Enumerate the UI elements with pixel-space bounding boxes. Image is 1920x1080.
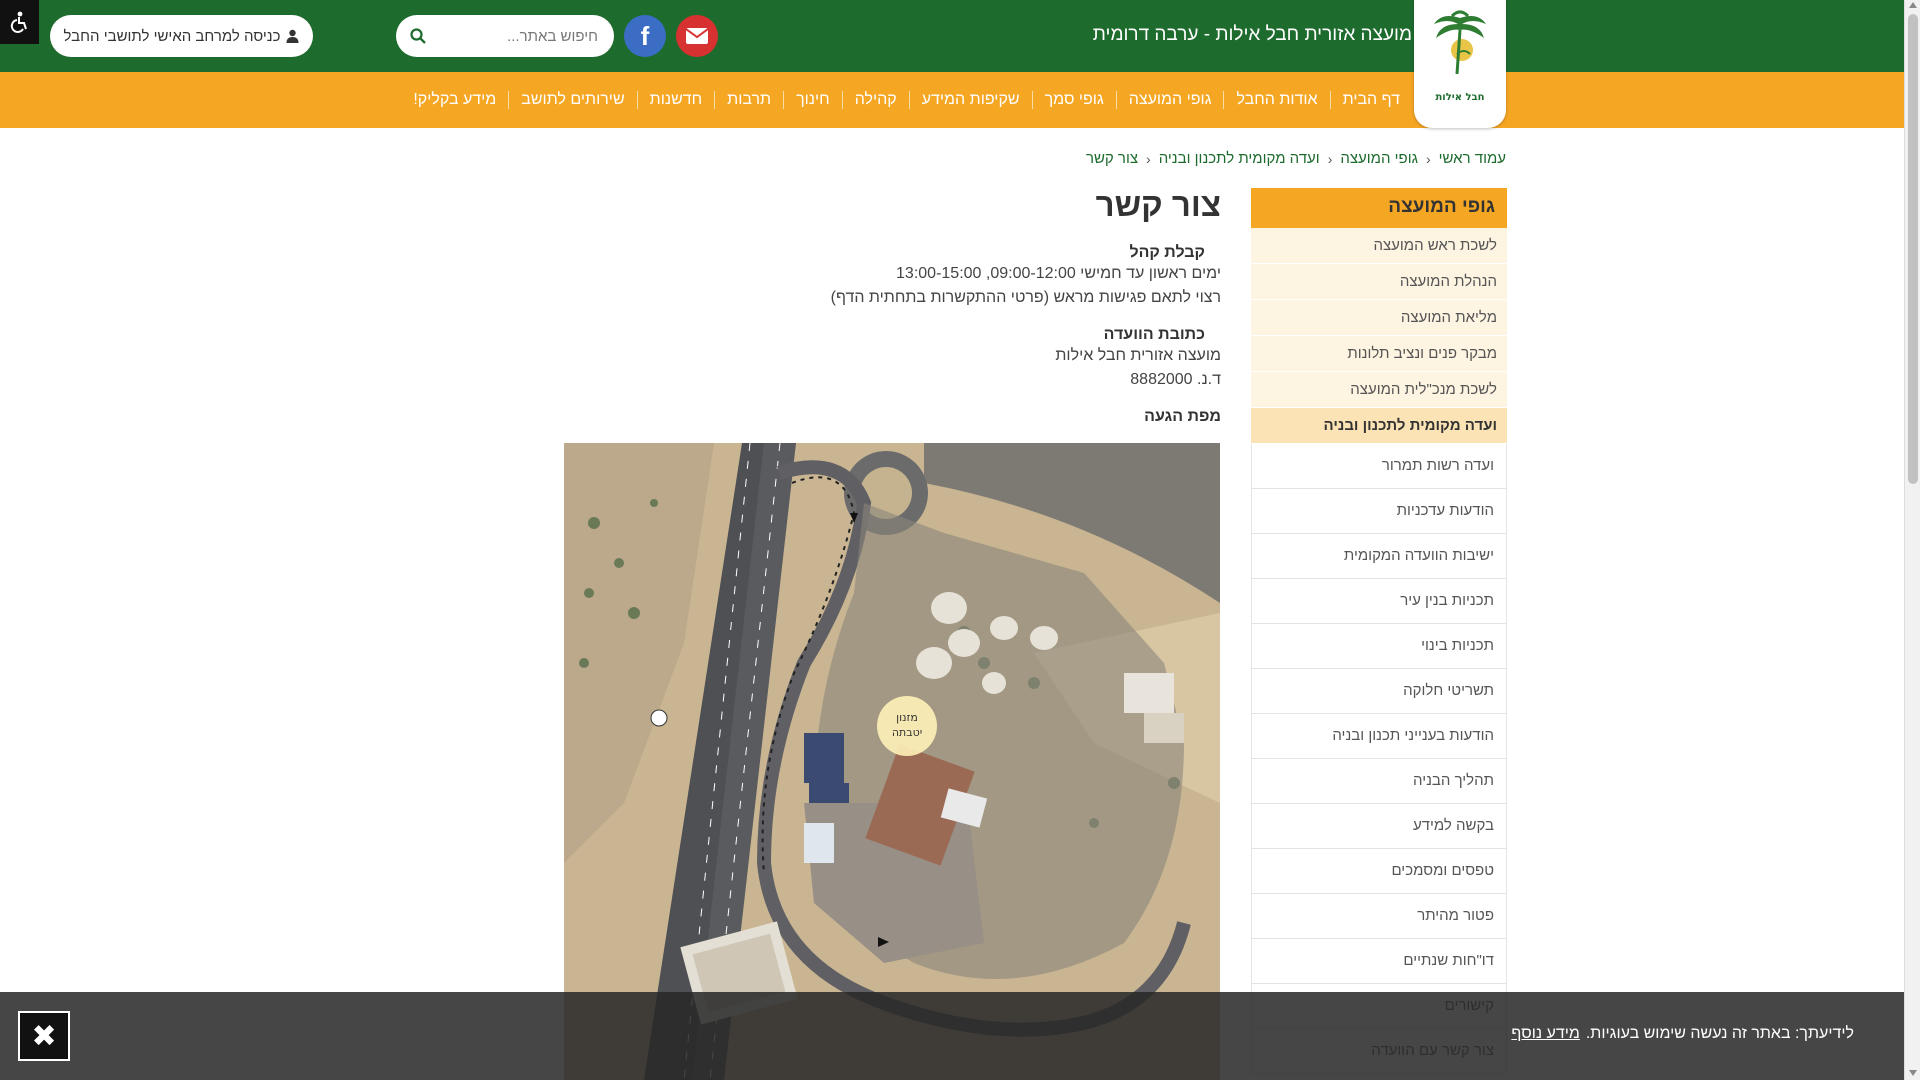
personal-area-login-button[interactable]: כניסה למרחב האישי לתושבי החבל (50, 15, 313, 57)
nav-item[interactable]: חינוך (784, 91, 842, 109)
facebook-button[interactable]: f (624, 15, 666, 57)
menu-separator (841, 91, 843, 109)
menu-separator (1223, 91, 1225, 109)
user-icon (286, 29, 299, 43)
sidebar-subitem[interactable]: תכניות בנין עיר (1251, 579, 1507, 624)
nav-item[interactable]: גופי סמך (1033, 91, 1116, 109)
sidebar-title: גופי המועצה (1251, 188, 1507, 228)
sidebar-item[interactable]: מליאת המועצה (1251, 300, 1507, 336)
nav-item[interactable]: מידע בקליק! (401, 91, 508, 109)
menu-separator (783, 91, 785, 109)
reception-hours: ימים ראשון עד חמישי 09:00-12:00, 13:00-1… (896, 265, 1221, 282)
logo-text: חבל אילות (1435, 92, 1485, 103)
nav-item[interactable]: שירותים לתושב (509, 91, 636, 109)
sidebar-item[interactable]: לשכת מנכ"לית המועצה (1251, 372, 1507, 408)
scrollbar-thumb[interactable] (1908, 14, 1918, 484)
sidebar-subitem[interactable]: טפסים ומסמכים (1251, 849, 1507, 894)
breadcrumb-item[interactable]: ועדה מקומית לתכנון ובניה (1159, 150, 1320, 167)
accessibility-icon (10, 11, 27, 33)
login-label: כניסה למרחב האישי לתושבי החבל (63, 27, 281, 45)
sidebar-subitem[interactable]: בקשה למידע (1251, 804, 1507, 849)
main-menu: דף הבית אודות החבל גופי המועצה גופי סמך שקיפ… (401, 72, 1412, 128)
envelope-icon (686, 28, 708, 44)
breadcrumb-chevron-icon: ‹ (1425, 150, 1431, 167)
cookie-close-button[interactable]: ✖ (18, 1011, 70, 1061)
breadcrumb-item[interactable]: עמוד ראשי (1439, 150, 1506, 167)
breadcrumb-item[interactable]: צור קשר (1086, 150, 1138, 167)
menu-separator (908, 91, 910, 109)
cookie-notice: לידיעתך: באתר זה נעשה שימוש בעוגיות. מיד… (0, 992, 1904, 1080)
nav-item[interactable]: תרבות (715, 91, 783, 109)
accessibility-button[interactable] (0, 0, 39, 44)
facebook-icon: f (640, 20, 650, 51)
sidebar-subitem[interactable]: ועדה רשות תמרור (1251, 444, 1507, 489)
cookie-more-info-link[interactable]: מידע נוסף (1511, 1025, 1579, 1043)
menu-separator (636, 91, 638, 109)
nav-item[interactable]: חדשנות (638, 91, 715, 109)
sidebar-item[interactable]: לשכת ראש המועצה (1251, 228, 1507, 264)
breadcrumb-item[interactable]: גופי המועצה (1340, 150, 1418, 167)
sidebar-item[interactable]: מבקר פנים ונציב תלונות (1251, 336, 1507, 372)
sidebar-subitem[interactable]: דו"חות שנתיים (1251, 939, 1507, 984)
map-heading: מפת הגעה (1144, 408, 1221, 425)
breadcrumb-chevron-icon: ‹ (1146, 150, 1151, 167)
council-logo[interactable]: חבל אילות (1414, 0, 1506, 128)
palm-tree-logo-icon (1434, 10, 1486, 75)
nav-item[interactable]: קהילה (843, 91, 909, 109)
sidebar-subitem[interactable]: תשריטי חלוקה (1251, 669, 1507, 714)
menu-separator (1329, 91, 1331, 109)
sidebar-item-planning-committee[interactable]: ועדה מקומית לתכנון ובניה (1251, 408, 1507, 444)
page-title: צור קשר (1095, 186, 1221, 223)
breadcrumb: עמוד ראשי ‹ גופי המועצה ‹ ועדה מקומית לתכנון… (1086, 150, 1506, 167)
address-heading: כתובת הוועדה (1103, 326, 1205, 343)
menu-separator (1031, 91, 1033, 109)
menu-separator (1115, 91, 1117, 109)
page-scrollbar[interactable] (1904, 0, 1920, 1080)
cookie-text: לידיעתך: באתר זה נעשה שימוש בעוגיות. (1585, 1025, 1854, 1042)
search-input[interactable] (440, 25, 598, 47)
nav-item[interactable]: אודות החבל (1224, 91, 1329, 109)
site-title: מועצה אזורית חבל אילות - ערבה דרומית (1092, 24, 1412, 45)
email-button[interactable] (676, 15, 718, 57)
sidebar-subitem[interactable]: תהליך הבניה (1251, 759, 1507, 804)
sidebar: גופי המועצה לשכת ראש המועצה הנהלת המועצה מ… (1251, 188, 1507, 1074)
search-button[interactable] (404, 22, 432, 50)
main-content: צור קשר קבלת קהל ימים ראשון עד חמישי 09:… (541, 186, 1221, 434)
arrival-map[interactable]: מזנון יטבתה (564, 443, 1220, 1080)
sidebar-subitem[interactable]: ישיבות הוועדה המקומית (1251, 534, 1507, 579)
reception-heading: קבלת קהל (1129, 244, 1205, 261)
site-search (396, 15, 614, 57)
address-line-2: ד.נ. 8882000 (1130, 371, 1221, 388)
sidebar-subitem[interactable]: הודעות בענייני תכנון ובניה (1251, 714, 1507, 759)
close-icon: ✖ (31, 1018, 57, 1054)
scroll-down-arrow-icon[interactable] (1909, 1070, 1917, 1076)
sidebar-subitem[interactable]: פטור מהיתר (1251, 894, 1507, 939)
breadcrumb-chevron-icon: ‹ (1327, 150, 1333, 167)
aerial-map-image: מזנון יטבתה (564, 443, 1220, 1080)
reception-note: רצוי לתאם פגישות מראש (פרטי ההתקשרות בתח… (830, 289, 1221, 306)
map-marker-label: מזנון (896, 711, 918, 724)
svg-text:יטבתה: יטבתה (892, 726, 922, 739)
sidebar-subitem[interactable]: תכניות בינוי (1251, 624, 1507, 669)
menu-separator (714, 91, 716, 109)
menu-separator (508, 91, 510, 109)
address-line-1: מועצה אזורית חבל אילות (1055, 347, 1221, 364)
sidebar-item[interactable]: הנהלת המועצה (1251, 264, 1507, 300)
search-icon (410, 28, 426, 44)
nav-item[interactable]: שקיפות המידע (910, 91, 1032, 109)
scroll-up-arrow-icon[interactable] (1909, 2, 1917, 8)
nav-item[interactable]: גופי המועצה (1117, 91, 1224, 109)
nav-item[interactable]: דף הבית (1331, 91, 1412, 109)
sidebar-subitem[interactable]: הודעות עדכניות (1251, 489, 1507, 534)
